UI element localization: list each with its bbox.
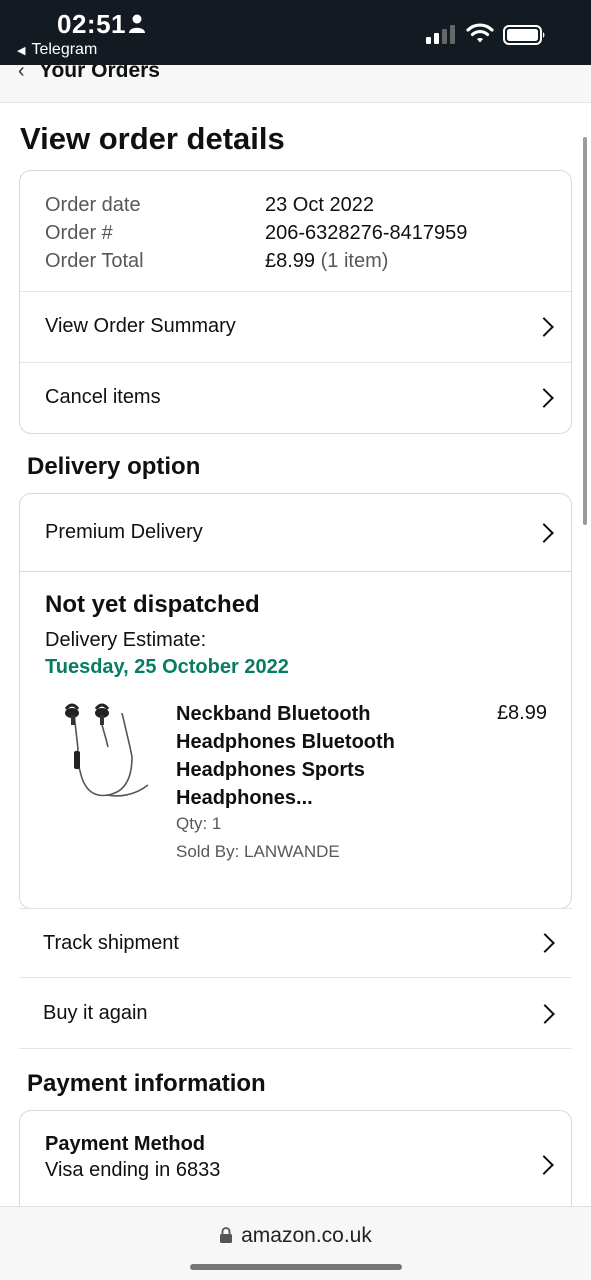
lock-icon xyxy=(220,1227,233,1243)
order-info-grid: Order date 23 Oct 2022 Order # 206-63282… xyxy=(45,191,467,275)
status-time: 02:51 xyxy=(57,9,126,39)
delivery-card: Premium Delivery Not yet dispatched Deli… xyxy=(19,493,572,909)
back-triangle-icon: ◀ xyxy=(17,44,26,57)
payment-method-value: Visa ending in 6833 xyxy=(45,1159,221,1181)
chevron-right-icon xyxy=(534,1155,554,1175)
cancel-items-label: Cancel items xyxy=(45,386,161,408)
shipment-status: Not yet dispatched xyxy=(45,591,260,618)
buy-it-again-label: Buy it again xyxy=(43,1002,148,1024)
cellular-signal-icon xyxy=(426,25,455,44)
delivery-section-title: Delivery option xyxy=(27,453,201,480)
url-display[interactable]: amazon.co.uk xyxy=(0,1224,591,1248)
status-bar: 02:51 ◀ Telegram xyxy=(0,0,591,65)
order-number-label: Order # xyxy=(45,222,113,244)
chevron-right-icon xyxy=(534,316,554,337)
chevron-right-icon xyxy=(535,933,555,953)
wifi-icon xyxy=(466,23,494,43)
chevron-right-icon xyxy=(534,522,554,543)
order-date-label: Order date xyxy=(45,194,141,216)
chevron-right-icon xyxy=(535,1003,555,1024)
order-date-row: Order date 23 Oct 2022 xyxy=(45,191,467,219)
product-title-link[interactable]: Neckband Bluetooth Headphones Bluetooth … xyxy=(176,700,426,812)
order-item-count: (1 item) xyxy=(320,250,389,272)
order-total-label: Order Total xyxy=(45,250,144,272)
order-info-card: Order date 23 Oct 2022 Order # 206-63282… xyxy=(19,170,572,434)
track-shipment-link[interactable]: Track shipment xyxy=(19,908,572,978)
delivery-option-label: Premium Delivery xyxy=(45,521,203,543)
person-icon xyxy=(129,14,145,33)
buy-it-again-link[interactable]: Buy it again xyxy=(19,979,572,1049)
product-image[interactable] xyxy=(60,699,150,809)
scroll-indicator xyxy=(583,137,587,525)
your-orders-link[interactable]: Your Orders xyxy=(39,65,160,83)
track-shipment-label: Track shipment xyxy=(43,931,179,954)
product-seller: Sold By: LANWANDE xyxy=(176,842,340,861)
browser-address-bar[interactable]: amazon.co.uk xyxy=(0,1206,591,1280)
product-quantity: Qty: 1 xyxy=(176,814,222,833)
order-total-row: Order Total £8.99 (1 item) xyxy=(45,247,467,275)
view-order-summary-label: View Order Summary xyxy=(45,315,236,337)
battery-icon xyxy=(503,25,545,45)
url-text: amazon.co.uk xyxy=(241,1224,372,1247)
view-order-summary-link[interactable]: View Order Summary xyxy=(20,291,571,361)
top-nav: ‹ Your Orders xyxy=(0,65,591,103)
back-to-app-link[interactable]: ◀ Telegram xyxy=(17,41,97,59)
back-app-label: Telegram xyxy=(31,41,98,58)
delivery-estimate-label: Delivery Estimate: xyxy=(45,629,207,651)
cancel-items-link[interactable]: Cancel items xyxy=(20,362,571,432)
delivery-estimate-date: Tuesday, 25 October 2022 xyxy=(45,656,289,678)
payment-method-label: Payment Method xyxy=(45,1133,206,1155)
home-indicator[interactable] xyxy=(190,1264,402,1270)
product-price: £8.99 xyxy=(496,702,547,724)
order-total-amount: £8.99 xyxy=(265,250,316,272)
chevron-left-icon[interactable]: ‹ xyxy=(18,65,25,83)
order-number-row: Order # 206-6328276-8417959 xyxy=(45,219,467,247)
payment-section-title: Payment information xyxy=(27,1070,266,1097)
order-total-value: £8.99 (1 item) xyxy=(265,247,388,275)
chevron-right-icon xyxy=(534,387,554,408)
page-title: View order details xyxy=(20,121,285,156)
delivery-option-link[interactable]: Premium Delivery xyxy=(20,494,571,572)
order-number-value: 206-6328276-8417959 xyxy=(265,222,468,244)
order-date-value: 23 Oct 2022 xyxy=(265,194,374,216)
